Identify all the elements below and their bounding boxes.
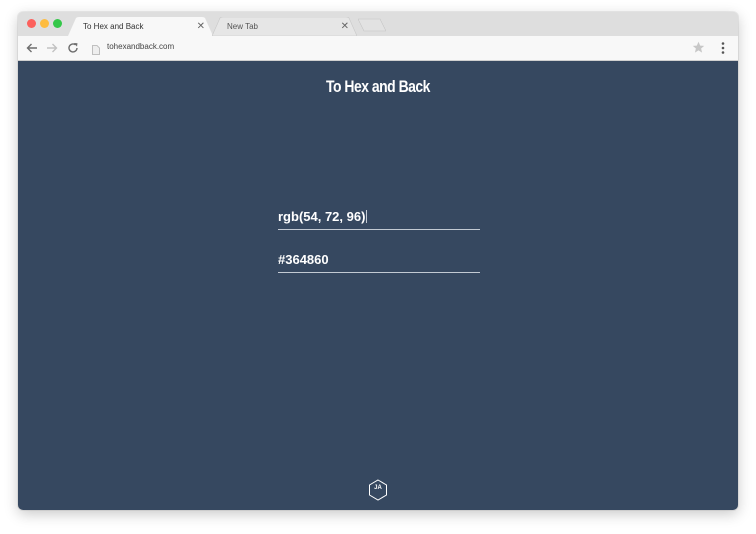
maximize-window-button[interactable] (53, 19, 62, 28)
reload-icon[interactable] (66, 41, 80, 55)
hex-value-text: #364860 (278, 252, 329, 267)
new-tab-button[interactable] (358, 17, 386, 36)
forward-arrow-icon[interactable] (45, 41, 59, 55)
tab-to-hex-and-back[interactable]: To Hex and Back ✕ (68, 17, 213, 36)
star-icon[interactable] (692, 41, 705, 54)
footer-logo[interactable]: JA (368, 479, 388, 501)
browser-toolbar: tohexandback.com (18, 36, 738, 61)
rgb-input-value: rgb(54, 72, 96) (278, 209, 368, 224)
rgb-input[interactable]: rgb(54, 72, 96) (278, 207, 480, 230)
minimize-window-button[interactable] (40, 19, 49, 28)
text-caret (366, 210, 368, 223)
close-icon[interactable]: ✕ (341, 17, 349, 36)
page-title: To Hex and Back (326, 77, 430, 96)
browser-titlebar: To Hex and Back ✕ New Tab ✕ (18, 12, 738, 36)
kebab-menu-icon[interactable] (719, 41, 727, 55)
logo-text: JA (374, 485, 382, 491)
hex-input[interactable]: #364860 (278, 250, 480, 273)
tab-label: To Hex and Back (83, 22, 144, 31)
back-arrow-icon[interactable] (25, 41, 39, 55)
new-tab-shape (358, 18, 386, 32)
page-content: To Hex and Back rgb(54, 72, 96) #364860 … (18, 61, 738, 510)
tab-label: New Tab (227, 22, 258, 31)
address-bar[interactable]: tohexandback.com (107, 36, 174, 60)
browser-window: To Hex and Back ✕ New Tab ✕ tohexandback… (18, 12, 738, 510)
page-icon (92, 42, 100, 55)
rgb-value-text: rgb(54, 72, 96) (278, 209, 366, 224)
tab-new-tab[interactable]: New Tab ✕ (212, 17, 357, 36)
close-window-button[interactable] (27, 19, 36, 28)
close-icon[interactable]: ✕ (197, 17, 205, 36)
